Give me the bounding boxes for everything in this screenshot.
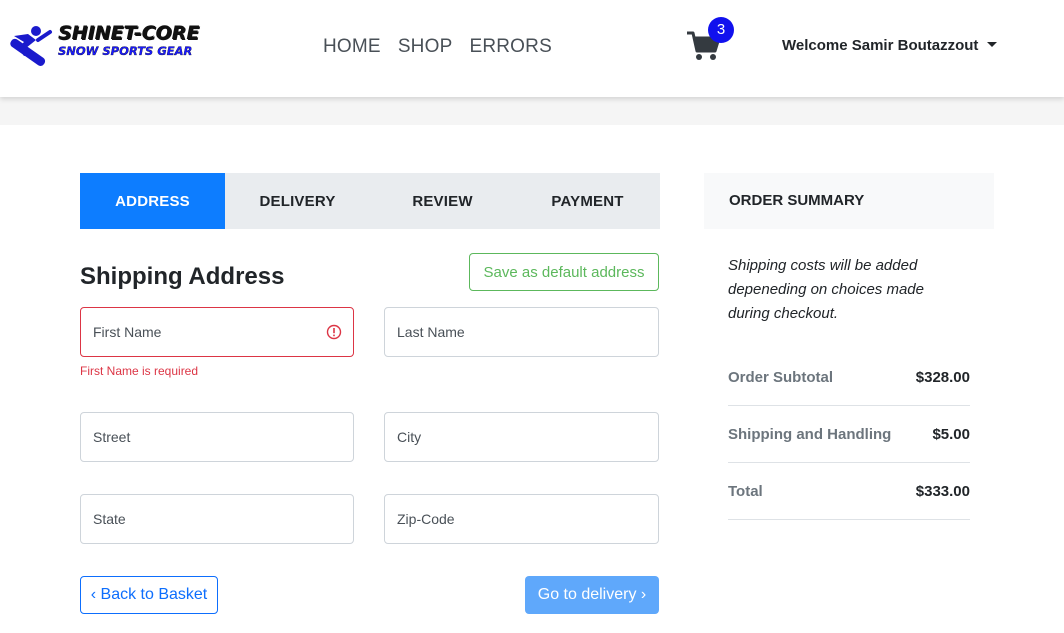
step-address[interactable]: ADDRESS <box>80 173 225 229</box>
order-summary-title: ORDER SUMMARY <box>704 173 994 229</box>
checkout-steps: ADDRESS DELIVERY REVIEW PAYMENT <box>80 173 660 229</box>
snowboarder-icon <box>10 26 52 66</box>
first-name-error: First Name is required <box>80 364 199 378</box>
nav-home-link[interactable]: HOME <box>323 36 381 58</box>
street-field[interactable] <box>80 412 354 462</box>
shipping-address-title: Shipping Address <box>80 263 285 290</box>
nav-errors-link[interactable]: ERRORS <box>469 36 552 58</box>
main-nav: HOME SHOP ERRORS <box>323 36 552 58</box>
go-to-delivery-label: Go to delivery <box>537 586 637 603</box>
summary-row-total: Total $333.00 <box>728 463 970 520</box>
summary-value: $333.00 <box>915 482 970 500</box>
summary-label: Shipping and Handling <box>728 425 892 443</box>
chevron-right-icon: › <box>640 586 647 603</box>
summary-row-subtotal: Order Subtotal $328.00 <box>728 349 970 406</box>
error-icon <box>326 324 342 340</box>
state-field[interactable] <box>80 494 354 544</box>
cart-count-badge: 3 <box>708 17 734 43</box>
summary-label: Total <box>728 482 763 500</box>
brand-logo[interactable]: SHINET-CORE SNOW SPORTS GEAR <box>6 20 199 72</box>
back-to-basket-button[interactable]: ‹ Back to Basket <box>80 576 218 614</box>
brand-tagline: SNOW SPORTS GEAR <box>58 44 193 58</box>
step-review[interactable]: REVIEW <box>370 173 515 229</box>
breadcrumb-band <box>0 97 1064 125</box>
zip-code-field[interactable] <box>384 494 659 544</box>
back-to-basket-label: Back to Basket <box>100 586 208 603</box>
summary-label: Order Subtotal <box>728 368 834 386</box>
chevron-down-icon <box>987 42 998 47</box>
chevron-left-icon: ‹ <box>90 586 97 603</box>
go-to-delivery-button[interactable]: Go to delivery › <box>525 576 659 614</box>
city-field[interactable] <box>384 412 659 462</box>
summary-value: $5.00 <box>932 425 970 443</box>
shipping-note: Shipping costs will be added depeneding … <box>728 257 924 322</box>
first-name-field[interactable] <box>80 307 354 357</box>
nav-shop-link[interactable]: SHOP <box>398 36 453 58</box>
navbar: SHINET-CORE SNOW SPORTS GEAR HOME SHOP E… <box>0 0 1064 97</box>
brand-name: SHINET-CORE <box>58 22 200 44</box>
summary-row-shipping: Shipping and Handling $5.00 <box>728 406 970 463</box>
step-delivery[interactable]: DELIVERY <box>225 173 370 229</box>
last-name-field[interactable] <box>384 307 659 357</box>
user-menu-dropdown[interactable]: Welcome Samir Boutazzout <box>782 37 998 54</box>
user-greeting: Welcome Samir Boutazzout <box>782 37 979 54</box>
save-default-address-button[interactable]: Save as default address <box>469 253 659 291</box>
summary-value: $328.00 <box>915 368 970 386</box>
step-payment[interactable]: PAYMENT <box>515 173 660 229</box>
